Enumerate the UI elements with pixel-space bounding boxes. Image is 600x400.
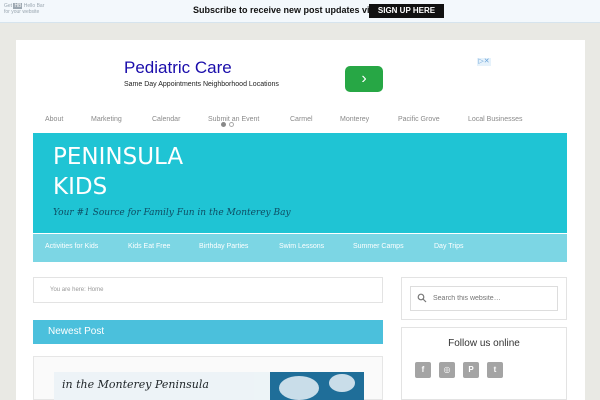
cat-nav-kids-eat-free[interactable]: Kids Eat Free — [128, 243, 170, 250]
hellobar-branding[interactable]: Get HB Hello Bar for your website — [4, 3, 44, 15]
pinterest-icon[interactable]: P — [463, 362, 479, 378]
cat-nav-birthday-parties[interactable]: Birthday Parties — [199, 243, 248, 250]
twitter-icon[interactable]: t — [487, 362, 503, 378]
breadcrumb: You are here: Home — [33, 277, 383, 303]
chevron-right-icon: › — [361, 70, 367, 87]
site-title-line-1: PENINSULA — [53, 144, 184, 170]
top-nav-submit-event[interactable]: Submit an Event — [208, 116, 259, 123]
cat-nav-summer-camps[interactable]: Summer Camps — [353, 243, 404, 250]
top-nav-local-businesses[interactable]: Local Businesses — [468, 116, 522, 123]
cat-nav-swim-lessons[interactable]: Swim Lessons — [279, 243, 324, 250]
top-nav-marketing[interactable]: Marketing — [91, 116, 122, 123]
post-caption: in the Monterey Peninsula — [62, 378, 209, 391]
post-image-shape — [329, 374, 355, 392]
top-nav-carmel[interactable]: Carmel — [290, 116, 313, 123]
ad-title[interactable]: Pediatric Care — [124, 58, 232, 78]
top-nav: About Marketing Calendar Submit an Event… — [16, 113, 585, 129]
top-nav-monterey[interactable]: Monterey — [340, 116, 369, 123]
site-title-line-2: KIDS — [53, 174, 108, 200]
follow-widget: Follow us online f ◎ P t — [401, 327, 567, 400]
site-tagline: Your #1 Source for Family Fun in the Mon… — [53, 208, 291, 218]
ad-choices-icon[interactable]: ▷✕ — [477, 58, 491, 66]
post-caption-panel: in the Monterey Peninsula — [54, 372, 270, 400]
search-widget — [401, 277, 567, 320]
newest-post-label: Newest Post — [48, 326, 105, 337]
site-header[interactable]: PENINSULA KIDS Your #1 Source for Family… — [33, 133, 567, 233]
category-nav: Activities for Kids Kids Eat Free Birthd… — [33, 234, 567, 262]
facebook-icon[interactable]: f — [415, 362, 431, 378]
newest-post-heading: Newest Post — [33, 320, 383, 344]
ad-subtitle: Same Day Appointments Neighborhood Locat… — [124, 81, 279, 88]
cat-nav-day-trips[interactable]: Day Trips — [434, 243, 464, 250]
follow-title: Follow us online — [448, 338, 520, 349]
ad-go-button[interactable]: › — [345, 66, 383, 92]
breadcrumb-text[interactable]: You are here: Home — [50, 287, 103, 293]
ad-banner[interactable]: Pediatric Care Same Day Appointments Nei… — [124, 58, 504, 127]
top-nav-calendar[interactable]: Calendar — [152, 116, 180, 123]
post-thumbnail[interactable]: in the Monterey Peninsula — [54, 372, 364, 400]
cat-nav-activities[interactable]: Activities for Kids — [45, 243, 98, 250]
search-input[interactable] — [433, 291, 553, 306]
hello-bar: Get HB Hello Bar for your website Subscr… — [0, 0, 600, 23]
top-nav-about[interactable]: About — [45, 116, 63, 123]
sign-up-button[interactable]: SIGN UP HERE — [369, 4, 444, 18]
search-field[interactable] — [410, 286, 558, 311]
site-title[interactable]: PENINSULA KIDS — [53, 142, 183, 202]
hellobar-for-text: for your website — [4, 9, 40, 15]
search-icon — [417, 293, 427, 303]
post-image-shape — [279, 376, 319, 400]
instagram-icon[interactable]: ◎ — [439, 362, 455, 378]
top-nav-pacific-grove[interactable]: Pacific Grove — [398, 116, 440, 123]
page-container: Pediatric Care Same Day Appointments Nei… — [16, 40, 585, 400]
post-card[interactable]: in the Monterey Peninsula — [33, 356, 383, 400]
